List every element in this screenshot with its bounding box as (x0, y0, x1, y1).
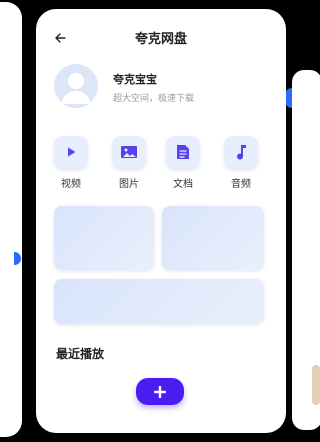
profile-section[interactable]: 夸克宝宝 超大空间，极速下载 (54, 64, 274, 112)
tool-icon-box (54, 136, 88, 168)
user-subtitle: 超大空间，极速下载 (113, 94, 195, 104)
user-name: 夸克宝宝 (113, 73, 157, 86)
avatar[interactable] (54, 64, 98, 108)
document-icon (177, 145, 189, 159)
tool-icon-box (224, 136, 258, 168)
play-icon (68, 147, 76, 157)
tool-label: 图片 (119, 179, 139, 190)
plus-icon (154, 385, 166, 398)
tool-document[interactable]: 文档 (158, 136, 208, 190)
header: 夸克网盘 (36, 27, 286, 49)
tool-icon-box (166, 136, 200, 168)
tool-label: 文档 (173, 179, 193, 190)
tool-label: 视频 (61, 179, 81, 190)
screen: 夸克网盘 夸克宝宝 超大空间，极速下载 视频 图片 文档 音频 最近播放 (0, 0, 320, 442)
add-button[interactable] (136, 378, 184, 405)
user-avatar-icon (61, 73, 91, 104)
section-title-recent: 最近播放 (56, 347, 105, 361)
tool-image[interactable]: 图片 (104, 136, 154, 190)
image-icon (121, 146, 137, 158)
background-blue-tab-right (285, 88, 292, 108)
tool-label: 音频 (231, 179, 251, 190)
content-card-1[interactable] (54, 206, 154, 270)
tool-icon-box (112, 136, 146, 168)
music-note-icon (237, 145, 246, 160)
app-card: 夸克网盘 夸克宝宝 超大空间，极速下载 视频 图片 文档 音频 最近播放 (36, 9, 286, 433)
content-card-2[interactable] (162, 206, 264, 270)
page-title: 夸克网盘 (134, 32, 187, 47)
background-card-left (0, 2, 22, 437)
tool-grid: 视频 图片 文档 音频 (46, 136, 282, 190)
background-card-right (292, 70, 320, 430)
tool-audio[interactable]: 音频 (216, 136, 266, 190)
tool-video[interactable]: 视频 (46, 136, 96, 190)
content-card-wide[interactable] (54, 279, 264, 324)
